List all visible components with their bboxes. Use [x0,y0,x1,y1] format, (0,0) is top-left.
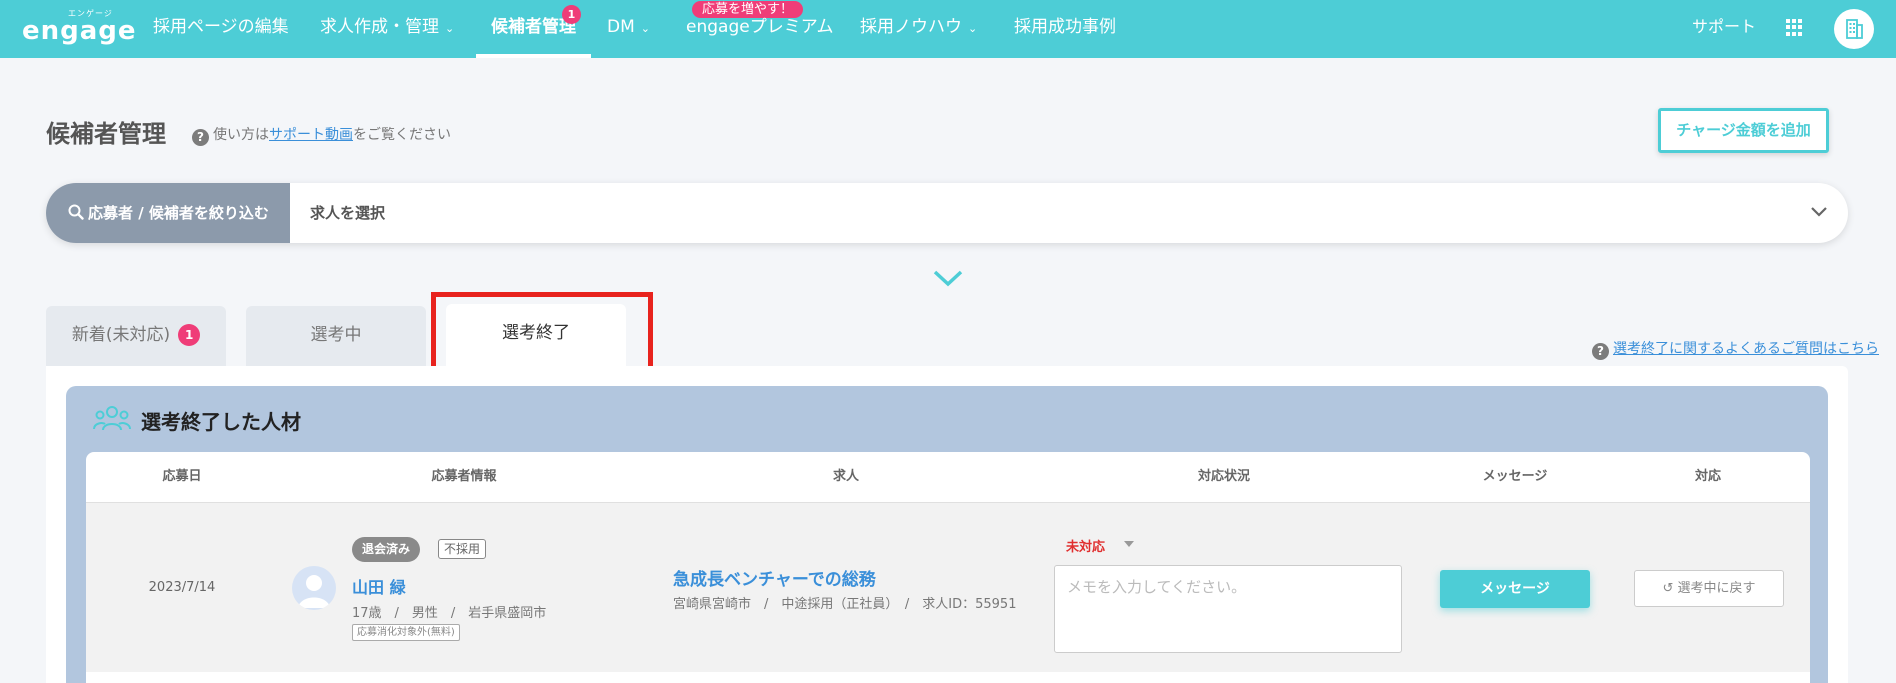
status-badge: 退会済み [352,537,421,562]
column-header-applicant: 応募者情報 [431,469,497,484]
support-video-link[interactable]: サポート動画 [269,127,353,143]
message-button[interactable]: メッセージ [1440,570,1590,608]
undo-icon: ↺ [1662,581,1674,596]
result-badge: 不採用 [438,539,487,559]
nav-item-premium[interactable]: engageプレミアム [686,0,834,54]
chevron-down-icon: ⌄ [640,22,650,35]
column-header-action: 対応 [1694,469,1721,484]
grid-icon[interactable] [1786,19,1803,36]
chevron-down-icon: ⌄ [445,22,455,35]
help-prefix: 使い方は [213,127,269,143]
tab-in-selection[interactable]: 選考中 [246,306,426,366]
nav-item-label: 採用成功事例 [1014,17,1116,37]
fee-tag: 応募消化対象外(無料) [352,624,460,641]
people-icon [93,406,131,431]
nav-item-knowhow[interactable]: 採用ノウハウ ⌄ [860,0,977,54]
column-header-message: メッセージ [1482,469,1548,484]
nav-candidates-badge: 1 [562,5,581,24]
column-header-date: 応募日 [162,469,202,484]
avatar [292,566,336,610]
back-to-selection-button[interactable]: ↺ 選考中に戻す [1634,570,1784,607]
tab-label: 選考中 [310,325,362,345]
tab-badge: 1 [178,324,201,346]
application-date: 2023/7/14 [148,580,216,595]
memo-input[interactable] [1054,565,1402,653]
faq-link-text: 選考終了に関するよくあるご質問はこちら [1613,341,1879,357]
status-select[interactable]: 未対応 [1066,536,1105,555]
tab-new-unhandled[interactable]: 新着(未対応) 1 [46,306,226,366]
filter-button-label: 応募者 / 候補者を絞り込む [88,204,269,222]
help-suffix: をご覧ください [353,127,451,143]
panel-title: 選考終了した人材 [141,410,301,434]
support-link[interactable]: サポート [1692,0,1756,54]
job-select[interactable]: 求人を選択 [310,183,385,243]
help-icon: ? [1592,343,1609,360]
nav-item-page-edit[interactable]: 採用ページの編集 [153,0,289,54]
nav-item-label: engageプレミアム [686,17,834,37]
building-icon [1846,19,1863,39]
nav-item-label: 求人作成・管理 [320,17,439,37]
nav-item-label: 採用ノウハウ [860,17,962,37]
chevron-down-icon[interactable] [1808,200,1830,222]
nav-item-job-management[interactable]: 求人作成・管理 ⌄ [320,0,454,54]
faq-link[interactable]: ? 選考終了に関するよくあるご質問はこちら [1592,338,1879,360]
search-icon [68,183,84,243]
add-charge-button[interactable]: チャージ金額を追加 [1658,108,1829,153]
chevron-down-icon: ⌄ [968,22,978,35]
column-header-status: 対応状況 [1197,469,1250,484]
job-meta: 宮崎県宮崎市 / 中途採用（正社員） / 求人ID：55951 [673,597,1017,612]
filter-candidates-button[interactable]: 応募者 / 候補者を絞り込む [46,183,290,243]
company-menu-button[interactable] [1834,9,1874,49]
help-icon: ? [192,129,209,146]
nav-item-success-cases[interactable]: 採用成功事例 [1014,0,1116,54]
tab-label: 新着(未対応) [71,325,171,345]
nav-item-label: 採用ページの編集 [153,17,289,37]
nav-item-label: DM [607,17,635,37]
applicant-meta: 17歳 / 男性 / 岩手県盛岡市 [352,606,547,621]
user-icon [298,575,330,608]
top-nav: エンゲージ engage 採用ページの編集 求人作成・管理 ⌄ 候補者管理 1 D… [0,0,1896,58]
help-line: ? 使い方はサポート動画をご覧ください [192,124,451,146]
applicant-name-link[interactable]: 山田 緑 [352,574,406,598]
logo-word: engage [22,16,137,46]
expand-filter-chevron-icon[interactable] [930,266,966,290]
filter-bar: 応募者 / 候補者を絞り込む 求人を選択 [46,183,1848,243]
job-title-link[interactable]: 急成長ベンチャーでの総務 [673,565,876,590]
back-button-label: 選考中に戻す [1677,581,1756,596]
active-underline [476,54,591,58]
column-header-job: 求人 [832,469,859,484]
nav-item-dm[interactable]: DM ⌄ [607,0,650,54]
highlight-box [431,292,653,374]
caret-down-icon[interactable] [1124,541,1134,547]
page-title: 候補者管理 [46,120,166,148]
